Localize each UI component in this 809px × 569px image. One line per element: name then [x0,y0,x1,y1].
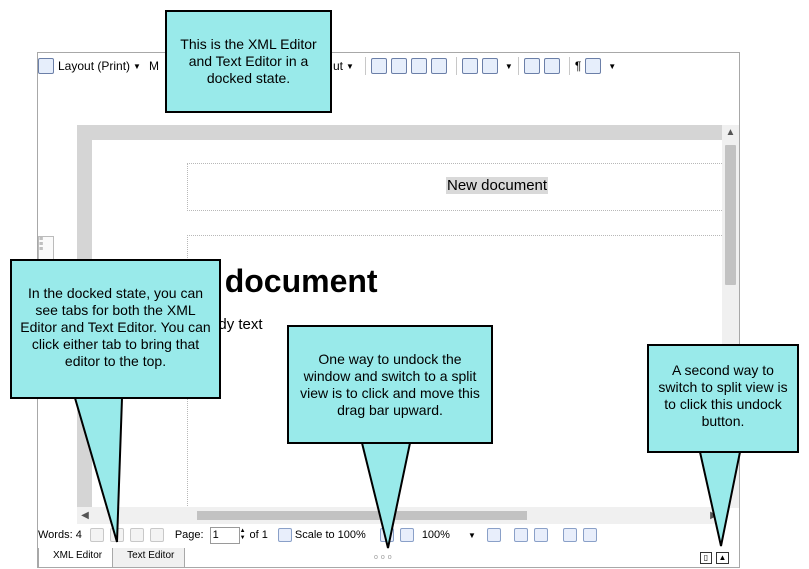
callout-right-text: A second way to switch to split view is … [658,362,788,429]
format-label: ut [332,59,343,73]
zoom-in-icon[interactable] [399,528,414,542]
chevron-down-icon: ▼ [133,61,141,71]
callout-middle: One way to undock the window and switch … [287,325,493,444]
callout-middle-text: One way to undock the window and switch … [300,351,480,418]
insert-text-icon[interactable] [481,58,498,74]
first-page-icon[interactable] [89,528,104,542]
undock-button[interactable]: ▲ [716,552,729,564]
scroll-right-icon[interactable]: ▶ [706,507,722,524]
insert-index-icon[interactable] [523,58,540,74]
next-page-icon[interactable] [129,528,144,542]
chevron-down-icon: ▼ [345,61,354,71]
view-options-icon[interactable] [585,58,602,74]
zoom-select[interactable]: 100% ▼ [417,528,481,542]
status-bar: Words: 4 Page: 1 ▲ ▼ of 1 Scale to 100% 1… [38,524,738,546]
page-total: of 1 [249,529,268,541]
format-dropdown[interactable]: ut ▼ [333,55,354,77]
header-text[interactable]: New document [446,177,549,194]
insert-variable-icon[interactable] [461,58,478,74]
toolbar-separator [364,57,366,75]
markup-prefix: M [148,59,159,73]
zoom-value: 100% [421,529,450,541]
layout-icon [38,58,54,74]
editor-tabs: XML Editor Text Editor [38,548,186,568]
callout-top: This is the XML Editor and Text Editor i… [165,10,332,113]
toolbar-separator [568,57,570,75]
last-page-icon[interactable] [149,528,164,542]
pilcrow-icon: ¶ [574,59,582,73]
horizontal-ruler-icon[interactable] [562,528,577,542]
insert-table-icon[interactable] [410,58,427,74]
previous-page-icon[interactable] [109,528,124,542]
insert-link-icon[interactable] [390,58,407,74]
horizontal-scrollbar[interactable]: ◀ ▶ [77,507,722,524]
tab-text-editor[interactable]: Text Editor [112,548,186,568]
markup-dropdown[interactable]: M [149,55,159,77]
drag-bar[interactable]: ooo [374,554,395,561]
layout-dropdown[interactable]: Layout (Print) ▼ [38,55,141,77]
page-stepper[interactable]: ▲ ▼ [240,528,246,542]
chevron-down-icon[interactable]: ▼ [608,62,616,71]
page-number-input[interactable]: 1 [209,526,240,544]
split-view-icon[interactable]: ▯ [700,552,712,564]
insert-media-icon[interactable] [430,58,447,74]
vertical-ruler-icon[interactable] [582,528,597,542]
chevron-down-icon[interactable]: ▼ [505,62,513,71]
scroll-up-icon[interactable]: ▲ [722,125,739,141]
chevron-down-icon: ▼ [467,530,476,540]
insert-concept-icon[interactable] [543,58,560,74]
word-count: Words: 4 [38,529,82,541]
colors-icon[interactable] [486,528,501,542]
callout-left: In the docked state, you can see tabs fo… [10,259,221,399]
toolbar-separator [455,57,457,75]
toolbar-separator [517,57,519,75]
editor-toolbar: Layout (Print) ▼ M ut ▼ ▼ ¶ ▼ [38,54,738,78]
scroll-thumb[interactable] [725,145,736,285]
callout-top-text: This is the XML Editor and Text Editor i… [180,36,317,86]
scroll-thumb[interactable] [197,511,527,520]
tab-xml-editor[interactable]: XML Editor [38,548,114,568]
page-label: Page: [174,529,204,541]
scroll-left-icon[interactable]: ◀ [77,507,93,524]
zoom-out-icon[interactable] [379,528,394,542]
show-tags-button[interactable]: ¶ [575,55,581,77]
insert-image-icon[interactable] [370,58,387,74]
callout-right: A second way to switch to split view is … [647,344,799,453]
scale-icon[interactable] [277,528,292,542]
layout-label: Layout (Print) [58,59,131,73]
show-structure-icon[interactable] [513,528,528,542]
scale-to-button[interactable]: Scale to 100% [295,529,366,541]
callout-left-text: In the docked state, you can see tabs fo… [20,285,211,369]
show-blocks-icon[interactable] [533,528,548,542]
